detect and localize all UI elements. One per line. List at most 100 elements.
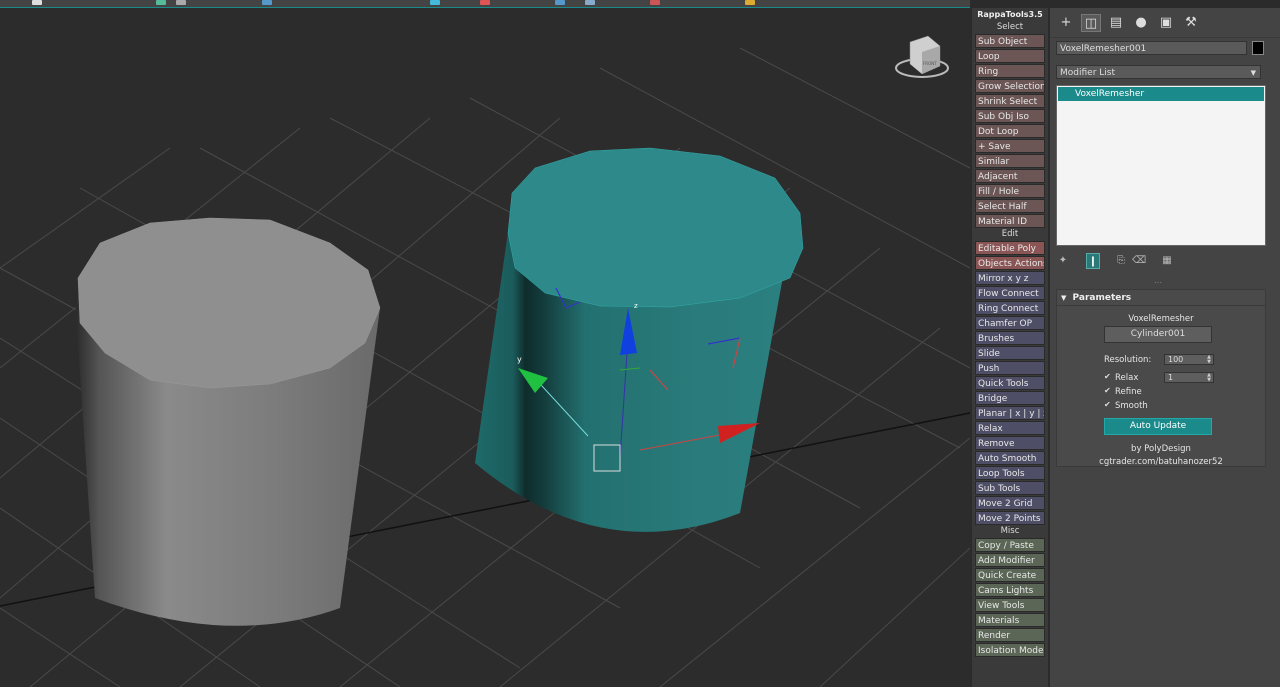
toolbar-icon[interactable] (585, 0, 595, 5)
configure-sets-icon[interactable]: ▦ (1160, 253, 1174, 269)
rappa-dot-loop-button[interactable]: Dot Loop (975, 124, 1045, 138)
rappa-save-button[interactable]: + Save (975, 139, 1045, 153)
rappa-sub-obj-iso-button[interactable]: Sub Obj Iso (975, 109, 1045, 123)
relax-spinner[interactable]: 1 ▲ ▼ (1164, 372, 1214, 383)
command-panel: + ◫ ▤ ● ▣ ⚒ VoxelRemesher001 Modifier Li… (1050, 8, 1280, 687)
command-panel-tabs: + ◫ ▤ ● ▣ ⚒ (1050, 8, 1280, 38)
rappa-loop-tools-button[interactable]: Loop Tools (975, 466, 1045, 480)
section-misc: Misc (972, 526, 1048, 537)
pin-stack-icon[interactable]: ✦ (1056, 253, 1070, 269)
rappa-select-half-button[interactable]: Select Half (975, 199, 1045, 213)
rappa-objects-actions-button[interactable]: Objects Actions (975, 256, 1045, 270)
gizmo-y-label: y (517, 355, 522, 364)
rappa-copy-paste-button[interactable]: Copy / Paste (975, 538, 1045, 552)
rappa-render-button[interactable]: Render (975, 628, 1045, 642)
parameters-rollout: ▼ Parameters VoxelRemesher Cylinder001 R… (1056, 289, 1266, 467)
rappa-grow-selection-button[interactable]: Grow Selection (975, 79, 1045, 93)
refine-checkbox[interactable]: ✔ (1104, 387, 1112, 395)
toolbar-icon[interactable] (745, 0, 755, 5)
smooth-checkbox[interactable]: ✔ (1104, 401, 1112, 409)
gizmo-z-label: z (634, 302, 638, 310)
rappa-move-2-points-button[interactable]: Move 2 Points (975, 511, 1045, 525)
parameters-header-label: Parameters (1072, 293, 1132, 303)
toolbar-icon[interactable] (262, 0, 272, 5)
display-tab-icon[interactable]: ▣ (1156, 14, 1176, 32)
smooth-label: Smooth (1115, 401, 1148, 411)
create-tab-plus-icon[interactable]: + (1056, 14, 1076, 32)
refine-label: Refine (1115, 387, 1142, 397)
stack-toolbar: ✦ ❙ ⎘ ⌫ ▦ (1056, 252, 1266, 270)
rappa-fill-hole-button[interactable]: Fill / Hole (975, 184, 1045, 198)
utilities-tab-wrench-icon[interactable]: ⚒ (1181, 14, 1201, 32)
rappa-mirror-x-y-z-button[interactable]: Mirror x y z (975, 271, 1045, 285)
rappa-adjacent-button[interactable]: Adjacent (975, 169, 1045, 183)
rappa-ring-button[interactable]: Ring (975, 64, 1045, 78)
rappa-cams-lights-button[interactable]: Cams Lights (975, 583, 1045, 597)
remove-modifier-trash-icon[interactable]: ⌫ (1132, 253, 1146, 269)
author-url[interactable]: cgtrader.com/batuhanozer52 (1057, 457, 1265, 467)
relax-checkbox[interactable]: ✔ (1104, 373, 1112, 381)
rappa-move-2-grid-button[interactable]: Move 2 Grid (975, 496, 1045, 510)
modify-tab-icon[interactable]: ◫ (1081, 14, 1101, 32)
rappatools-panel: RappaTools3.5 Select Sub Object Loop Ring G… (972, 8, 1048, 687)
rappa-chamfer-op-button[interactable]: Chamfer OP (975, 316, 1045, 330)
hierarchy-tab-icon[interactable]: ▤ (1106, 14, 1126, 32)
rappa-loop-button[interactable]: Loop (975, 49, 1045, 63)
parameters-rollout-header[interactable]: ▼ Parameters (1057, 290, 1265, 306)
show-end-result-icon[interactable]: ❙ (1086, 253, 1100, 269)
modifier-stack[interactable]: VoxelRemesher (1056, 85, 1266, 246)
rappa-planar-x-y-z-button[interactable]: Planar | x | y | z (975, 406, 1045, 420)
collapse-arrow-icon: ▼ (1061, 294, 1067, 302)
rappa-material-id-button[interactable]: Material ID (975, 214, 1045, 228)
panel-splitter[interactable]: ⋯ (1154, 278, 1162, 287)
toolbar-icon[interactable] (555, 0, 565, 5)
rappa-bridge-button[interactable]: Bridge (975, 391, 1045, 405)
toolbar-icon[interactable] (156, 0, 166, 5)
rappa-similar-button[interactable]: Similar (975, 154, 1045, 168)
rappa-remove-button[interactable]: Remove (975, 436, 1045, 450)
rappa-quick-create-button[interactable]: Quick Create (975, 568, 1045, 582)
rappa-ring-connect-button[interactable]: Ring Connect (975, 301, 1045, 315)
max-window: y z FRONT RappaTools3.5 Select Sub Objec… (0, 0, 1280, 687)
resolution-spinner[interactable]: 100 ▲ ▼ (1164, 354, 1214, 365)
perspective-viewport[interactable]: y z FRONT (0, 8, 970, 687)
rappa-materials-button[interactable]: Materials (975, 613, 1045, 627)
toolbar-icon[interactable] (430, 0, 440, 5)
make-unique-icon[interactable]: ⎘ (1114, 253, 1128, 269)
rappa-brushes-button[interactable]: Brushes (975, 331, 1045, 345)
auto-update-button[interactable]: Auto Update (1104, 418, 1212, 435)
rappatools-title: RappaTools3.5 (977, 10, 1043, 19)
teal-cylinder[interactable] (475, 147, 804, 532)
rappa-editable-poly-button[interactable]: Editable Poly (975, 241, 1045, 255)
rappa-relax-button[interactable]: Relax (975, 421, 1045, 435)
stack-item-voxelremesher[interactable]: VoxelRemesher (1058, 87, 1264, 101)
rappa-flow-connect-button[interactable]: Flow Connect (975, 286, 1045, 300)
rappa-push-button[interactable]: Push (975, 361, 1045, 375)
toolbar-icon[interactable] (176, 0, 186, 5)
motion-tab-icon[interactable]: ● (1131, 14, 1151, 32)
rappa-add-modifier-button[interactable]: Add Modifier (975, 553, 1045, 567)
spinner-arrows-icon[interactable]: ▲ ▼ (1207, 355, 1211, 365)
spinner-arrows-icon[interactable]: ▲ ▼ (1207, 373, 1211, 383)
rappa-isolation-mode-button[interactable]: Isolation Mode (975, 643, 1045, 657)
grey-cylinder[interactable] (75, 217, 381, 626)
rappa-quick-tools-button[interactable]: Quick Tools (975, 376, 1045, 390)
viewcube[interactable]: FRONT (895, 35, 949, 78)
resolution-label: Resolution: (1104, 355, 1152, 365)
toolbar-icon[interactable] (32, 0, 42, 5)
viewcube-face-label: FRONT (923, 61, 937, 66)
toolbar-icon[interactable] (650, 0, 660, 5)
pick-object-button[interactable]: Cylinder001 (1104, 326, 1212, 343)
rappa-sub-tools-button[interactable]: Sub Tools (975, 481, 1045, 495)
toolbar-icon[interactable] (480, 0, 490, 5)
rappa-shrink-select-button[interactable]: Shrink Select (975, 94, 1045, 108)
rappa-view-tools-button[interactable]: View Tools (975, 598, 1045, 612)
object-color-swatch[interactable] (1252, 41, 1264, 55)
edit-button-group: Editable Poly Objects Actions Mirror x y z… (972, 241, 1048, 525)
rappa-auto-smooth-button[interactable]: Auto Smooth (975, 451, 1045, 465)
object-name-field[interactable]: VoxelRemesher001 (1056, 41, 1247, 55)
resolution-value: 100 (1168, 355, 1184, 364)
modifier-list-dropdown[interactable]: Modifier List ▼ (1056, 65, 1261, 79)
rappa-slide-button[interactable]: Slide (975, 346, 1045, 360)
rappa-sub-object-button[interactable]: Sub Object (975, 34, 1045, 48)
